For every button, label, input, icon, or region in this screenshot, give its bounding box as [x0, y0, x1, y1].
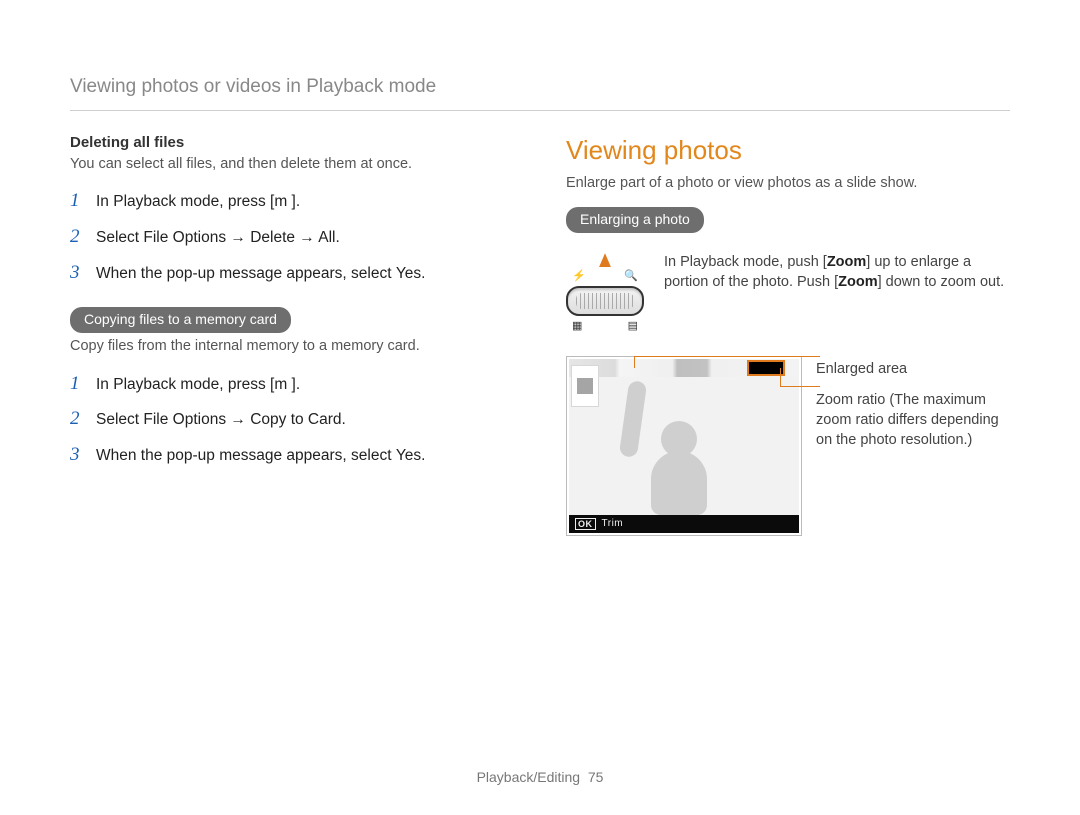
step: 2Select File Options → Delete → All. [70, 224, 514, 250]
flash-icon: ⚡ [572, 269, 586, 284]
leader-line [780, 368, 781, 386]
step: 3When the pop-up message appears, select… [70, 260, 514, 286]
step-number: 1 [70, 188, 96, 214]
zoom-instruction: In Playback mode, push [Zoom] up to enla… [664, 253, 1010, 292]
minimap-icon [571, 365, 599, 407]
copying-desc: Copy files from the internal memory to a… [70, 337, 514, 357]
photo-enlarge-diagram: OK Trim [566, 356, 802, 536]
right-column: Viewing photos Enlarge part of a photo o… [566, 133, 1010, 536]
magnifier-icon: 🔍 [624, 269, 638, 284]
step-number: 2 [70, 406, 96, 432]
thumbnail-icon: ▦ [572, 319, 582, 334]
step-text: Select File Options → Copy to Card. [96, 410, 346, 431]
deleting-desc: You can select all files, and then delet… [70, 155, 514, 175]
zoom-lever-body [566, 286, 644, 316]
step-text: When the pop-up message appears, select … [96, 264, 425, 285]
zoom-lever-diagram: ⚡ 🔍 ▦ ▤ [566, 253, 644, 334]
legend-enlarged-area: Enlarged area [816, 360, 1010, 380]
footer-page-number: 75 [588, 769, 604, 785]
enlarging-pill: Enlarging a photo [566, 207, 704, 233]
legend-zoom-ratio: Zoom ratio (The maximum zoom ratio diffe… [816, 391, 1010, 450]
step: 3When the pop-up message appears, select… [70, 442, 514, 468]
leader-line [634, 356, 635, 368]
grid-icon: ▤ [628, 319, 638, 334]
text-fragment: ] down to zoom out. [878, 274, 1005, 290]
diagram-photo-area [569, 377, 799, 515]
viewing-photos-heading: Viewing photos [566, 133, 1010, 168]
step-text: When the pop-up message appears, select … [96, 446, 425, 467]
step: 1In Playback mode, press [m ]. [70, 188, 514, 214]
copying-steps: 1In Playback mode, press [m ]. 2Select F… [70, 371, 514, 468]
step-number: 2 [70, 224, 96, 250]
step-number: 3 [70, 442, 96, 468]
diagram-legend: Enlarged area Zoom ratio (The maximum zo… [816, 356, 1010, 450]
zoom-keyword: Zoom [838, 274, 877, 290]
step-text: Select File Options → Delete → All. [96, 228, 340, 249]
text-fragment: In Playback mode, push [ [664, 254, 827, 270]
deleting-steps: 1In Playback mode, press [m ]. 2Select F… [70, 188, 514, 285]
viewing-photos-desc: Enlarge part of a photo or view photos a… [566, 174, 1010, 194]
step-text: In Playback mode, press [m ]. [96, 192, 300, 213]
diagram-topbar [569, 359, 799, 377]
leader-line [634, 356, 820, 357]
step-number: 1 [70, 371, 96, 397]
trim-label: Trim [602, 517, 624, 531]
left-column: Deleting all ﬁles You can select all fil… [70, 133, 514, 536]
page-footer: Playback/Editing 75 [0, 768, 1080, 787]
zoom-keyword: Zoom [827, 254, 866, 270]
up-arrow-icon [599, 253, 611, 267]
step-number: 3 [70, 260, 96, 286]
copying-pill: Copying ﬁles to a memory card [70, 307, 291, 333]
diagram-bottombar: OK Trim [569, 515, 799, 533]
step-text: In Playback mode, press [m ]. [96, 375, 300, 396]
ok-icon: OK [575, 518, 596, 530]
step: 1In Playback mode, press [m ]. [70, 371, 514, 397]
footer-section: Playback/Editing [477, 769, 581, 785]
page-header: Viewing photos or videos in Playback mod… [70, 74, 1010, 111]
step: 2Select File Options → Copy to Card. [70, 406, 514, 432]
leader-line [780, 386, 820, 387]
deleting-heading: Deleting all ﬁles [70, 133, 514, 153]
